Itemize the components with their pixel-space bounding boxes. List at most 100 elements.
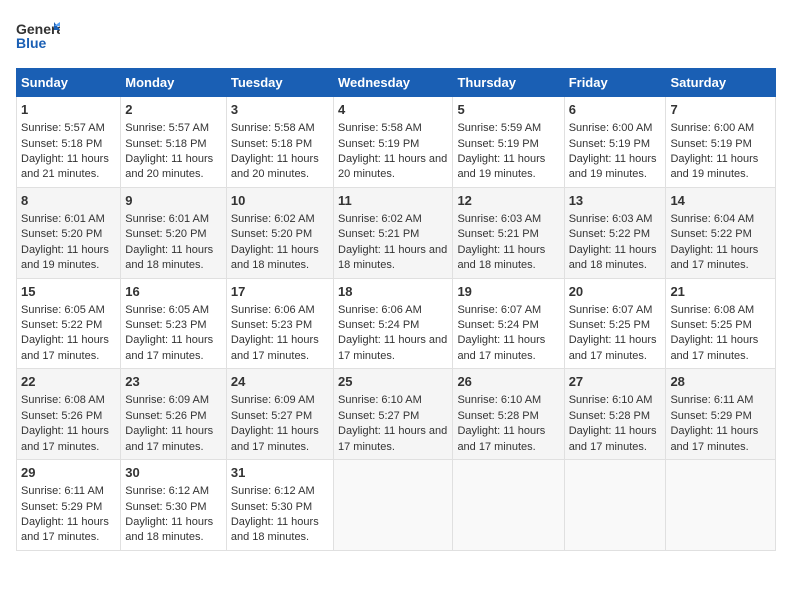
- daylight-label: Daylight: 11 hours and 17 minutes.: [670, 334, 758, 361]
- sunset-label: Sunset: 5:22 PM: [670, 228, 751, 240]
- sunset-label: Sunset: 5:30 PM: [231, 501, 312, 513]
- day-number: 19: [457, 283, 559, 301]
- day-number: 24: [231, 373, 329, 391]
- sunrise-label: Sunrise: 6:07 AM: [569, 304, 653, 316]
- day-number: 10: [231, 192, 329, 210]
- day-number: 30: [125, 464, 222, 482]
- sunrise-label: Sunrise: 6:04 AM: [670, 213, 754, 225]
- daylight-label: Daylight: 11 hours and 20 minutes.: [125, 153, 213, 180]
- day-cell-12: 12Sunrise: 6:03 AMSunset: 5:21 PMDayligh…: [453, 187, 564, 278]
- sunrise-label: Sunrise: 6:01 AM: [125, 213, 209, 225]
- sunrise-label: Sunrise: 6:09 AM: [231, 394, 315, 406]
- day-number: 18: [338, 283, 448, 301]
- col-header-wednesday: Wednesday: [334, 69, 453, 97]
- day-cell-17: 17Sunrise: 6:06 AMSunset: 5:23 PMDayligh…: [226, 278, 333, 369]
- daylight-label: Daylight: 11 hours and 20 minutes.: [231, 153, 319, 180]
- sunrise-label: Sunrise: 6:02 AM: [338, 213, 422, 225]
- day-number: 9: [125, 192, 222, 210]
- sunset-label: Sunset: 5:30 PM: [125, 501, 206, 513]
- day-number: 16: [125, 283, 222, 301]
- day-number: 28: [670, 373, 771, 391]
- day-number: 27: [569, 373, 662, 391]
- daylight-label: Daylight: 11 hours and 17 minutes.: [21, 516, 109, 543]
- week-row-3: 15 Sunrise: 6:05 AM Sunset: 5:22 PM Dayligh…: [17, 278, 776, 369]
- sunset-label: Sunset: 5:19 PM: [457, 138, 538, 150]
- day-cell-1: 1Sunrise: 5:57 AMSunset: 5:18 PMDaylight…: [17, 97, 121, 188]
- sunrise-label: Sunrise: 6:10 AM: [338, 394, 422, 406]
- sunrise-label: Sunrise: 6:07 AM: [457, 304, 541, 316]
- day-cell-9: 9Sunrise: 6:01 AMSunset: 5:20 PMDaylight…: [121, 187, 227, 278]
- sunset-label: Sunset: 5:20 PM: [231, 228, 312, 240]
- sunset-label: Sunset: 5:22 PM: [21, 319, 102, 331]
- logo: General Blue: [16, 16, 60, 56]
- sunset-label: Sunset: 5:24 PM: [457, 319, 538, 331]
- empty-cell: [564, 460, 666, 551]
- empty-cell: [453, 460, 564, 551]
- week-row-1: 1 Sunrise: 5:57 AM Sunset: 5:18 PM Daylight…: [17, 97, 776, 188]
- sunrise-label: Sunrise: 5:57 AM: [21, 122, 105, 134]
- sunrise-label: Sunrise: 5:57 AM: [125, 122, 209, 134]
- day-number: 17: [231, 283, 329, 301]
- sunrise-label: Sunrise: 6:10 AM: [457, 394, 541, 406]
- daylight-label: Daylight: 11 hours and 17 minutes.: [125, 425, 213, 452]
- sunset-label: Sunset: 5:29 PM: [670, 410, 751, 422]
- daylight-label: Daylight: 11 hours and 17 minutes.: [569, 425, 657, 452]
- col-header-friday: Friday: [564, 69, 666, 97]
- day-cell-26: 26Sunrise: 6:10 AMSunset: 5:28 PMDayligh…: [453, 369, 564, 460]
- sunrise-label: Sunrise: 6:00 AM: [670, 122, 754, 134]
- sunrise-label: Sunrise: 6:03 AM: [457, 213, 541, 225]
- day-number: 1: [21, 101, 116, 119]
- sunrise-label: Sunrise: 6:12 AM: [231, 485, 315, 497]
- sunrise-label: Sunrise: 6:03 AM: [569, 213, 653, 225]
- day-number: 7: [670, 101, 771, 119]
- day-number: 25: [338, 373, 448, 391]
- day-cell-4: 4Sunrise: 5:58 AMSunset: 5:19 PMDaylight…: [334, 97, 453, 188]
- daylight-label: Daylight: 11 hours and 17 minutes.: [569, 334, 657, 361]
- day-cell-13: 13Sunrise: 6:03 AMSunset: 5:22 PMDayligh…: [564, 187, 666, 278]
- page-header: General Blue: [16, 16, 776, 56]
- daylight-label: Daylight: 11 hours and 18 minutes.: [231, 244, 319, 271]
- day-number: 4: [338, 101, 448, 119]
- daylight-label: Daylight: 11 hours and 19 minutes.: [21, 244, 109, 271]
- col-header-thursday: Thursday: [453, 69, 564, 97]
- day-cell-6: 6Sunrise: 6:00 AMSunset: 5:19 PMDaylight…: [564, 97, 666, 188]
- sunrise-label: Sunrise: 6:01 AM: [21, 213, 105, 225]
- sunrise-label: Sunrise: 5:58 AM: [338, 122, 422, 134]
- sunset-label: Sunset: 5:28 PM: [569, 410, 650, 422]
- empty-cell: [666, 460, 776, 551]
- empty-cell: [334, 460, 453, 551]
- day-cell-31: 31Sunrise: 6:12 AMSunset: 5:30 PMDayligh…: [226, 460, 333, 551]
- day-cell-11: 11Sunrise: 6:02 AMSunset: 5:21 PMDayligh…: [334, 187, 453, 278]
- daylight-label: Daylight: 11 hours and 17 minutes.: [670, 425, 758, 452]
- daylight-label: Daylight: 11 hours and 18 minutes.: [125, 516, 213, 543]
- sunrise-label: Sunrise: 6:02 AM: [231, 213, 315, 225]
- day-cell-15: 15Sunrise: 6:05 AMSunset: 5:22 PMDayligh…: [17, 278, 121, 369]
- sunset-label: Sunset: 5:18 PM: [231, 138, 312, 150]
- daylight-label: Daylight: 11 hours and 19 minutes.: [457, 153, 545, 180]
- sunrise-label: Sunrise: 6:05 AM: [21, 304, 105, 316]
- day-cell-20: 20Sunrise: 6:07 AMSunset: 5:25 PMDayligh…: [564, 278, 666, 369]
- day-number: 6: [569, 101, 662, 119]
- day-cell-21: 21Sunrise: 6:08 AMSunset: 5:25 PMDayligh…: [666, 278, 776, 369]
- sunrise-label: Sunrise: 6:10 AM: [569, 394, 653, 406]
- day-cell-2: 2Sunrise: 5:57 AMSunset: 5:18 PMDaylight…: [121, 97, 227, 188]
- sunrise-label: Sunrise: 5:59 AM: [457, 122, 541, 134]
- daylight-label: Daylight: 11 hours and 20 minutes.: [338, 153, 447, 180]
- sunset-label: Sunset: 5:19 PM: [569, 138, 650, 150]
- col-header-saturday: Saturday: [666, 69, 776, 97]
- daylight-label: Daylight: 11 hours and 21 minutes.: [21, 153, 109, 180]
- daylight-label: Daylight: 11 hours and 18 minutes.: [125, 244, 213, 271]
- col-header-sunday: Sunday: [17, 69, 121, 97]
- sunset-label: Sunset: 5:27 PM: [338, 410, 419, 422]
- week-row-5: 29Sunrise: 6:11 AMSunset: 5:29 PMDayligh…: [17, 460, 776, 551]
- day-cell-3: 3Sunrise: 5:58 AMSunset: 5:18 PMDaylight…: [226, 97, 333, 188]
- sunset-label: Sunset: 5:25 PM: [569, 319, 650, 331]
- day-number: 15: [21, 283, 116, 301]
- daylight-label: Daylight: 11 hours and 17 minutes.: [21, 425, 109, 452]
- sunrise-label: Sunrise: 6:06 AM: [231, 304, 315, 316]
- daylight-label: Daylight: 11 hours and 17 minutes.: [670, 244, 758, 271]
- logo-icon: General Blue: [16, 16, 60, 56]
- col-header-tuesday: Tuesday: [226, 69, 333, 97]
- sunrise-label: Sunrise: 6:08 AM: [670, 304, 754, 316]
- day-cell-28: 28Sunrise: 6:11 AMSunset: 5:29 PMDayligh…: [666, 369, 776, 460]
